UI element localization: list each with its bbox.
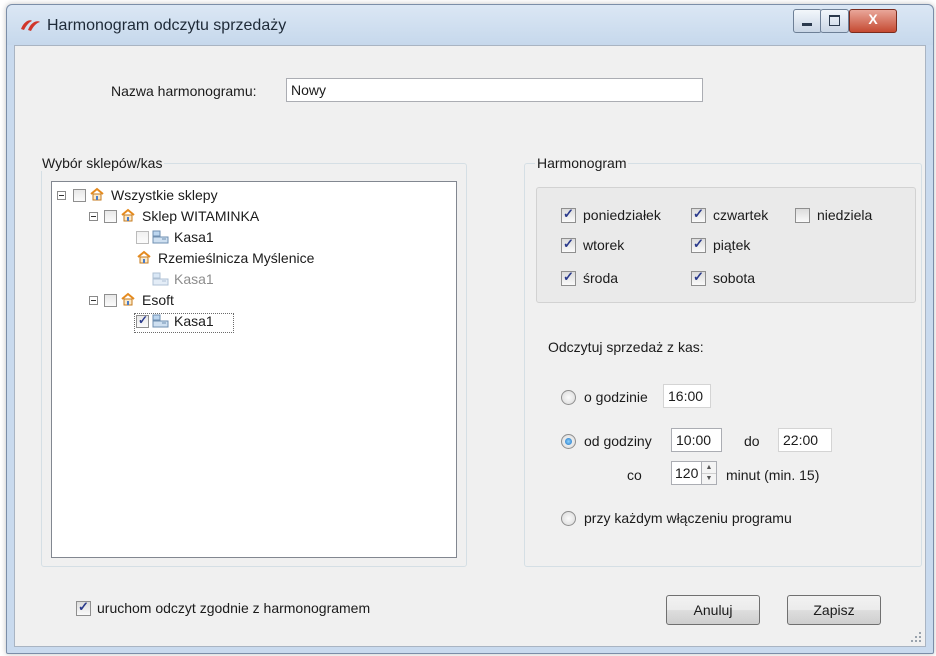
dialog-window: Harmonogram odczytu sprzedaży X Nazwa ha… [6,4,934,654]
tree-node-store[interactable]: Sklep WITAMINKA [89,207,389,227]
close-icon: X [868,11,878,27]
tree-label: Wszystkie sklepy [111,187,218,203]
day-checkbox-sunday[interactable] [795,208,810,223]
schedule-group: Harmonogram poniedziałek wtorek środa cz… [524,155,922,567]
on-start-label: przy każdym włączeniu programu [584,510,792,526]
app-logo-icon [21,20,40,31]
tree-label: Esoft [142,292,174,308]
at-hour-label: o godzinie [584,389,648,405]
cash-register-icon [152,272,169,286]
day-checkbox-wednesday[interactable] [561,269,576,286]
range-radio[interactable] [561,434,576,449]
tree-label: Kasa1 [174,313,214,329]
cash-register-icon [152,314,169,328]
store-icon [121,208,135,222]
window-title: Harmonogram odczytu sprzedaży [47,17,287,34]
title-bar[interactable]: Harmonogram odczytu sprzedaży X [7,5,933,45]
resize-grip-icon[interactable] [910,631,922,643]
spin-down-icon[interactable]: ▼ [702,473,716,484]
store-icon [137,250,151,264]
day-checkbox-monday[interactable] [561,206,576,223]
maximize-button[interactable] [820,9,849,33]
schedule-name-input[interactable]: Nowy [286,78,703,102]
range-to-input[interactable]: 22:00 [778,428,832,452]
at-hour-input[interactable]: 16:00 [663,384,711,408]
interval-label: co [627,467,642,483]
day-label: piątek [713,237,751,253]
interval-input[interactable]: 120 [671,461,702,485]
dialog-body: Nazwa harmonogramu: Nowy Wybór sklepów/k… [14,45,926,647]
tree-node-register[interactable]: Kasa1 [136,228,336,248]
run-on-schedule-checkbox[interactable] [76,599,91,616]
interval-stepper[interactable]: ▲ ▼ [702,461,717,485]
stores-group-title: Wybór sklepów/kas [40,155,165,171]
tree-label: Kasa1 [174,271,214,287]
store-checkbox[interactable] [104,210,117,223]
tree-node-store[interactable]: Esoft [89,291,389,311]
minimize-icon [802,23,812,26]
range-from-input[interactable]: 10:00 [671,428,722,452]
close-button[interactable]: X [849,9,897,33]
maximize-icon [829,15,840,26]
cash-register-icon [152,230,169,244]
tree-label: Kasa1 [174,229,214,245]
range-from-label: od godziny [584,433,652,449]
interval-unit-label: minut (min. 15) [726,467,820,483]
collapse-icon[interactable] [89,212,98,221]
tree-node-register[interactable]: Kasa1 [134,312,336,333]
day-label: niedziela [817,207,873,223]
stores-tree[interactable]: Wszystkie sklepy Sklep WITAMINKA Kasa1 R… [51,181,457,558]
all-stores-checkbox[interactable] [73,189,86,202]
read-sales-label: Odczytuj sprzedaż z kas: [548,339,704,355]
stores-group-icon [90,187,104,201]
schedule-group-title: Harmonogram [535,155,629,171]
day-checkbox-tuesday[interactable] [561,236,576,253]
day-label: czwartek [713,207,769,223]
day-label: wtorek [583,237,625,253]
tree-node-all-stores[interactable]: Wszystkie sklepy [57,186,357,206]
tree-node-register[interactable]: Kasa1 [152,270,352,290]
day-label: środa [583,270,619,286]
day-checkbox-saturday[interactable] [691,269,706,286]
run-on-schedule-label: uruchom odczyt zgodnie z harmonogramem [97,600,371,616]
tree-label: Rzemieślnicza Myślenice [158,250,315,266]
collapse-icon[interactable] [89,296,98,305]
day-checkbox-thursday[interactable] [691,206,706,223]
tree-label: Sklep WITAMINKA [142,208,260,224]
store-checkbox[interactable] [104,294,117,307]
minimize-button[interactable] [793,9,822,33]
on-start-radio[interactable] [561,511,576,526]
at-hour-radio[interactable] [561,390,576,405]
day-label: sobota [713,270,756,286]
days-panel: poniedziałek wtorek środa czwartek piąte… [536,187,916,303]
stores-group: Wybór sklepów/kas Wszystkie sklepy Sklep… [40,155,467,567]
register-checkbox[interactable] [136,313,149,328]
schedule-name-label: Nazwa harmonogramu: [111,83,257,99]
range-to-label: do [744,433,760,449]
collapse-icon[interactable] [57,191,66,200]
store-icon [121,292,135,306]
register-checkbox[interactable] [136,231,149,244]
day-checkbox-friday[interactable] [691,236,706,253]
tree-node-store[interactable]: Rzemieślnicza Myślenice [136,249,436,269]
save-button[interactable]: Zapisz [787,595,881,625]
day-label: poniedziałek [583,207,661,223]
cancel-button[interactable]: Anuluj [666,595,760,625]
